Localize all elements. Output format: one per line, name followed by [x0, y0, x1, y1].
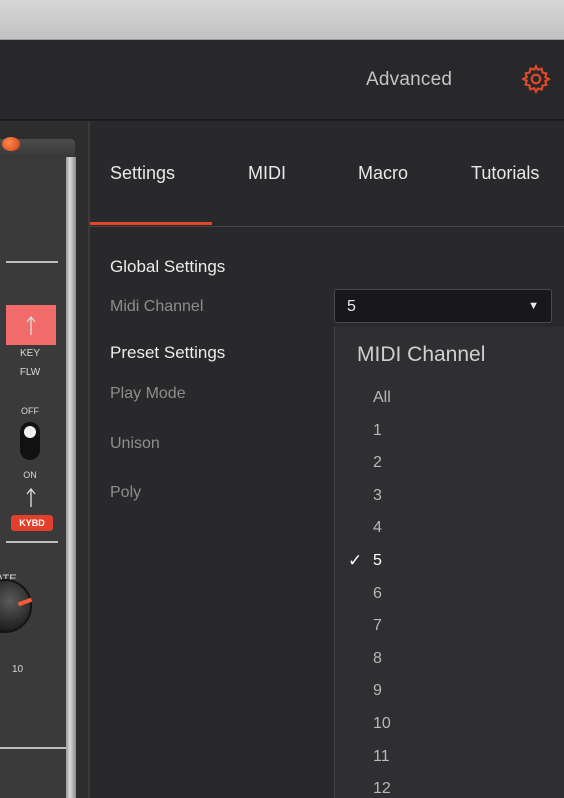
tab-settings[interactable]: Settings	[110, 163, 175, 184]
dropdown-option[interactable]: ✓ 5	[335, 545, 564, 578]
dropdown-option[interactable]: 7	[335, 610, 564, 643]
arrow-up-icon	[26, 487, 36, 507]
dropdown-option[interactable]: 6	[335, 578, 564, 611]
panel-divider	[0, 747, 66, 749]
key-label: KEY	[19, 348, 40, 359]
dropdown-option-label: 4	[373, 519, 382, 537]
dropdown-option[interactable]: 9	[335, 675, 564, 708]
active-tab-indicator	[90, 222, 212, 225]
panel-divider	[6, 541, 58, 543]
dropdown-option[interactable]: 4	[335, 512, 564, 545]
synth-panel: KEY FLW OFF ON KYBD ATE 10	[0, 121, 88, 798]
gear-icon[interactable]	[520, 62, 552, 96]
toggle-switch[interactable]	[20, 422, 40, 460]
tab-bar: Settings MIDI Macro Tutorials	[90, 121, 564, 227]
instrument-faceplate: KEY FLW OFF ON KYBD ATE 10	[0, 157, 66, 798]
dropdown-option-label: 12	[373, 780, 391, 798]
dropdown-option[interactable]: 1	[335, 415, 564, 448]
checkmark-icon: ✓	[348, 550, 363, 570]
off-label: OFF	[21, 406, 39, 416]
caret-down-icon: ▼	[528, 300, 539, 312]
dropdown-option-label: 10	[373, 714, 391, 732]
dropdown-option[interactable]: 10	[335, 708, 564, 741]
dropdown-option[interactable]: 3	[335, 480, 564, 513]
side-rail	[66, 157, 76, 798]
dropdown-option-label: All	[373, 389, 391, 406]
orange-knob[interactable]	[2, 137, 20, 151]
global-settings-title: Global Settings	[110, 257, 226, 276]
tab-macro[interactable]: Macro	[358, 163, 408, 184]
play-mode-label: Play Mode	[110, 385, 186, 402]
dropdown-option-label: 2	[373, 454, 382, 472]
advanced-title: Advanced	[366, 69, 453, 90]
kybd-badge: KYBD	[11, 515, 53, 531]
dropdown-option-label: 6	[373, 584, 382, 602]
dropdown-option-label: 3	[373, 486, 382, 504]
knob-scale-label: 10	[12, 664, 24, 675]
midi-channel-label: Midi Channel	[110, 298, 204, 315]
dropdown-option-label: 11	[373, 747, 390, 765]
dropdown-option[interactable]: 12	[335, 773, 564, 798]
dropdown-option[interactable]: 11	[335, 741, 564, 774]
on-label: ON	[23, 470, 37, 480]
dropdown-option-label: 8	[373, 649, 382, 667]
settings-panel: Settings MIDI Macro Tutorials Global Set…	[88, 121, 564, 798]
poly-label: Poly	[110, 484, 142, 501]
flw-label: FLW	[19, 367, 41, 378]
dropdown-option[interactable]: 8	[335, 643, 564, 676]
tab-tutorials[interactable]: Tutorials	[471, 163, 539, 184]
dropdown-header: MIDI Channel	[357, 343, 486, 366]
dropdown-option-label: 5	[373, 551, 382, 569]
dropdown-option-label: 7	[373, 617, 382, 635]
midi-channel-value: 5	[347, 298, 356, 315]
midi-channel-select[interactable]: 5 ▼	[334, 289, 552, 323]
dropdown-options: All 1 2 3 4 ✓ 5 6 7 8 9 10 11 12	[335, 382, 564, 798]
dropdown-option-label: 9	[373, 682, 382, 700]
midi-channel-dropdown: MIDI Channel All 1 2 3 4 ✓ 5 6 7 8 9 10 11 12	[334, 327, 564, 798]
preset-settings-title: Preset Settings	[110, 343, 226, 362]
dropdown-option[interactable]: 2	[335, 447, 564, 480]
panel-divider	[6, 261, 58, 263]
window-titlebar	[0, 0, 564, 40]
arrow-up-icon	[26, 315, 36, 335]
tab-midi[interactable]: MIDI	[248, 163, 286, 184]
app-header: Advanced	[0, 40, 564, 120]
dropdown-option-label: 1	[373, 421, 382, 439]
unison-label: Unison	[110, 435, 160, 452]
dropdown-option[interactable]: All	[335, 382, 564, 415]
